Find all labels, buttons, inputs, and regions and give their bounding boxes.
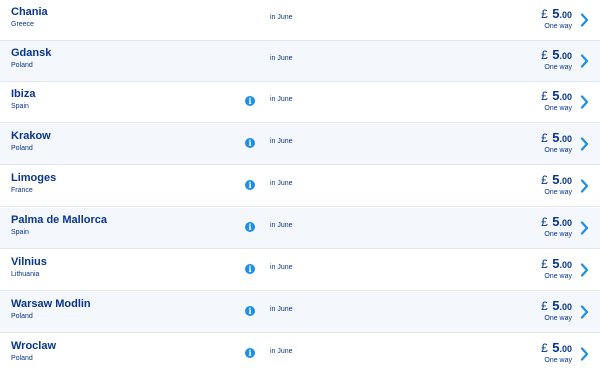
chevron-right-icon[interactable] <box>580 305 589 319</box>
price: £ 5.00 <box>541 87 572 105</box>
destination-list: Chania Greece in June £ 5.00 One way Gda… <box>0 0 600 372</box>
price-cents: .00 <box>559 176 572 186</box>
city-name: Warsaw Modlin <box>11 298 91 310</box>
info-icon[interactable]: i <box>245 138 255 148</box>
trip-type: One way <box>544 315 572 322</box>
info-icon[interactable]: i <box>245 306 255 316</box>
price: £ 5.00 <box>541 297 572 315</box>
trip-type: One way <box>544 105 572 112</box>
travel-date: in June <box>270 14 293 21</box>
price: £ 5.00 <box>541 46 572 64</box>
trip-type: One way <box>544 189 572 196</box>
price: £ 5.00 <box>541 339 572 357</box>
destination-row-chania[interactable]: Chania Greece in June £ 5.00 One way <box>0 0 600 41</box>
chevron-right-icon[interactable] <box>580 347 589 361</box>
info-icon[interactable]: i <box>245 264 255 274</box>
currency-symbol: £ <box>541 7 548 21</box>
currency-symbol: £ <box>541 257 548 271</box>
travel-date: in June <box>270 348 293 355</box>
currency-symbol: £ <box>541 48 548 62</box>
price-cents: .00 <box>559 92 572 102</box>
trip-type: One way <box>544 273 572 280</box>
city-name: Krakow <box>11 130 51 142</box>
country-name: Spain <box>11 229 29 236</box>
country-name: Greece <box>11 21 34 28</box>
city-name: Vilnius <box>11 256 47 268</box>
trip-type: One way <box>544 23 572 30</box>
destination-row-ibiza[interactable]: Ibiza Spain i in June £ 5.00 One way <box>0 82 600 123</box>
country-name: Poland <box>11 62 33 69</box>
chevron-right-icon[interactable] <box>580 95 589 109</box>
trip-type: One way <box>544 357 572 364</box>
destination-row-vilnius[interactable]: Vilnius Lithuania i in June £ 5.00 One w… <box>0 250 600 291</box>
city-name: Limoges <box>11 172 57 184</box>
country-name: Poland <box>11 355 33 362</box>
price: £ 5.00 <box>541 5 572 23</box>
price-cents: .00 <box>559 218 572 228</box>
city-name: Gdansk <box>11 47 52 59</box>
city-name: Wroclaw <box>11 340 57 352</box>
chevron-right-icon[interactable] <box>580 263 589 277</box>
destination-row-palma-de-mallorca[interactable]: Palma de Mallorca Spain i in June £ 5.00… <box>0 208 600 249</box>
travel-date: in June <box>270 180 293 187</box>
city-name: Palma de Mallorca <box>11 214 107 226</box>
travel-date: in June <box>270 306 293 313</box>
chevron-right-icon[interactable] <box>580 221 589 235</box>
destination-row-warsaw-modlin[interactable]: Warsaw Modlin Poland i in June £ 5.00 On… <box>0 292 600 333</box>
info-icon[interactable]: i <box>245 348 255 358</box>
chevron-right-icon[interactable] <box>580 179 589 193</box>
country-name: Poland <box>11 313 33 320</box>
trip-type: One way <box>544 64 572 71</box>
price: £ 5.00 <box>541 255 572 273</box>
travel-date: in June <box>270 96 293 103</box>
currency-symbol: £ <box>541 299 548 313</box>
currency-symbol: £ <box>541 173 548 187</box>
country-name: Poland <box>11 145 33 152</box>
city-name: Ibiza <box>11 88 36 100</box>
price-cents: .00 <box>559 344 572 354</box>
destination-row-gdansk[interactable]: Gdansk Poland in June £ 5.00 One way <box>0 41 600 82</box>
currency-symbol: £ <box>541 89 548 103</box>
trip-type: One way <box>544 147 572 154</box>
country-name: France <box>11 187 33 194</box>
trip-type: One way <box>544 231 572 238</box>
info-icon[interactable]: i <box>245 180 255 190</box>
country-name: Spain <box>11 103 29 110</box>
travel-date: in June <box>270 55 293 62</box>
destination-row-wroclaw[interactable]: Wroclaw Poland i in June £ 5.00 One way <box>0 334 600 372</box>
city-name: Chania <box>11 6 48 18</box>
currency-symbol: £ <box>541 341 548 355</box>
travel-date: in June <box>270 264 293 271</box>
price-cents: .00 <box>559 134 572 144</box>
info-icon[interactable]: i <box>245 96 255 106</box>
price-cents: .00 <box>559 10 572 20</box>
currency-symbol: £ <box>541 215 548 229</box>
country-name: Lithuania <box>11 271 40 278</box>
destination-row-limoges[interactable]: Limoges France i in June £ 5.00 One way <box>0 166 600 207</box>
price-cents: .00 <box>559 260 572 270</box>
travel-date: in June <box>270 222 293 229</box>
chevron-right-icon[interactable] <box>580 13 589 27</box>
chevron-right-icon[interactable] <box>580 54 589 68</box>
price-cents: .00 <box>559 51 572 61</box>
price: £ 5.00 <box>541 171 572 189</box>
currency-symbol: £ <box>541 131 548 145</box>
price: £ 5.00 <box>541 213 572 231</box>
travel-date: in June <box>270 138 293 145</box>
price: £ 5.00 <box>541 129 572 147</box>
info-icon[interactable]: i <box>245 222 255 232</box>
chevron-right-icon[interactable] <box>580 137 589 151</box>
destination-row-krakow[interactable]: Krakow Poland i in June £ 5.00 One way <box>0 124 600 165</box>
price-cents: .00 <box>559 302 572 312</box>
